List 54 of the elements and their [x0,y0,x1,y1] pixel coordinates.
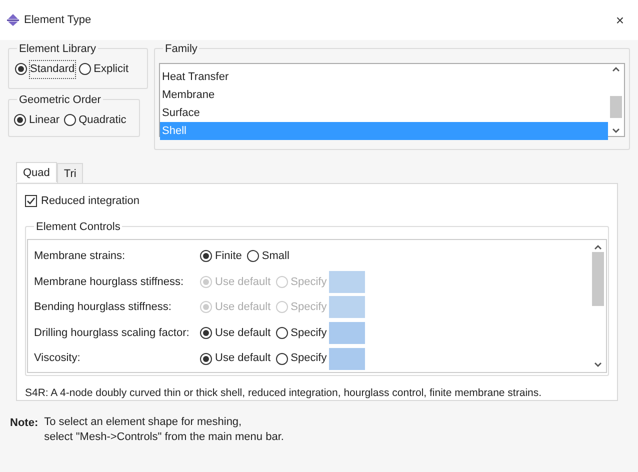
scroll-thumb[interactable] [610,96,622,118]
row-label: Bending hourglass stiffness: [34,300,172,316]
radio-button[interactable] [276,352,288,365]
element-description: S4R: A 4-node doubly curved thin or thick shell, reduced integration, hourglass control, finite membrane strains. [25,386,543,400]
list-item[interactable]: Heat Transfer [160,68,608,86]
group-title: Element Library [17,41,98,58]
radio-label: Finite [215,249,242,264]
radio-button[interactable] [15,63,27,76]
note-text: select "Mesh->Controls" from the main menu bar. [44,430,284,445]
radio-button[interactable] [200,250,212,262]
row-label: Viscosity: [34,351,82,366]
checkbox-label: Reduced integration [41,194,140,209]
radio-label: Small [262,249,290,264]
radio-button[interactable] [14,114,26,126]
radio-label: Specify [290,326,327,341]
radio-label: Quadratic [78,112,126,128]
radio-label: Use default [215,300,271,316]
app-icon [6,13,20,27]
radio-label: Specify [290,300,327,316]
radio-label: Use default [215,326,271,341]
radio-label: Use default [215,274,271,290]
checkbox[interactable] [25,195,37,208]
window-title: Element Type [24,12,92,28]
scroll-down-icon[interactable] [594,362,602,368]
radio-button[interactable] [78,63,91,76]
radio-button[interactable] [200,327,212,340]
scroll-up-icon[interactable] [594,244,602,250]
note-text: To select an element shape for meshing, [44,415,243,430]
radio-label: Specify [290,274,327,290]
radio-label: Linear [29,112,60,128]
list-item[interactable]: Surface [160,104,608,122]
group-title: Family [163,41,200,58]
close-button[interactable]: × [616,10,624,30]
radio-label: Specify [290,351,327,366]
row-label: Membrane hourglass stiffness: [34,274,185,290]
radio-button[interactable] [246,250,259,262]
scroll-up-icon[interactable] [612,66,620,72]
radio-button[interactable] [276,327,288,340]
value-field[interactable] [328,348,365,370]
radio-button[interactable] [200,352,212,365]
note-label: Note: [10,416,38,431]
radio-label: Standard [30,61,75,78]
row-label: Membrane strains: [34,249,126,264]
radio-button[interactable] [64,114,76,126]
scroll-down-icon[interactable] [612,128,620,134]
tab[interactable]: Tri [56,163,84,183]
row-label: Drilling hourglass scaling factor: [34,326,190,341]
list-item[interactable]: Membrane [160,86,608,104]
tab[interactable]: Quad [16,162,57,182]
family-list[interactable]: Heat Transfer Membrane Surface Shell [159,63,625,137]
radio-label: Use default [215,351,271,366]
radio-label: Explicit [94,62,128,77]
value-field[interactable] [328,322,365,344]
scroll-thumb[interactable] [592,252,604,306]
